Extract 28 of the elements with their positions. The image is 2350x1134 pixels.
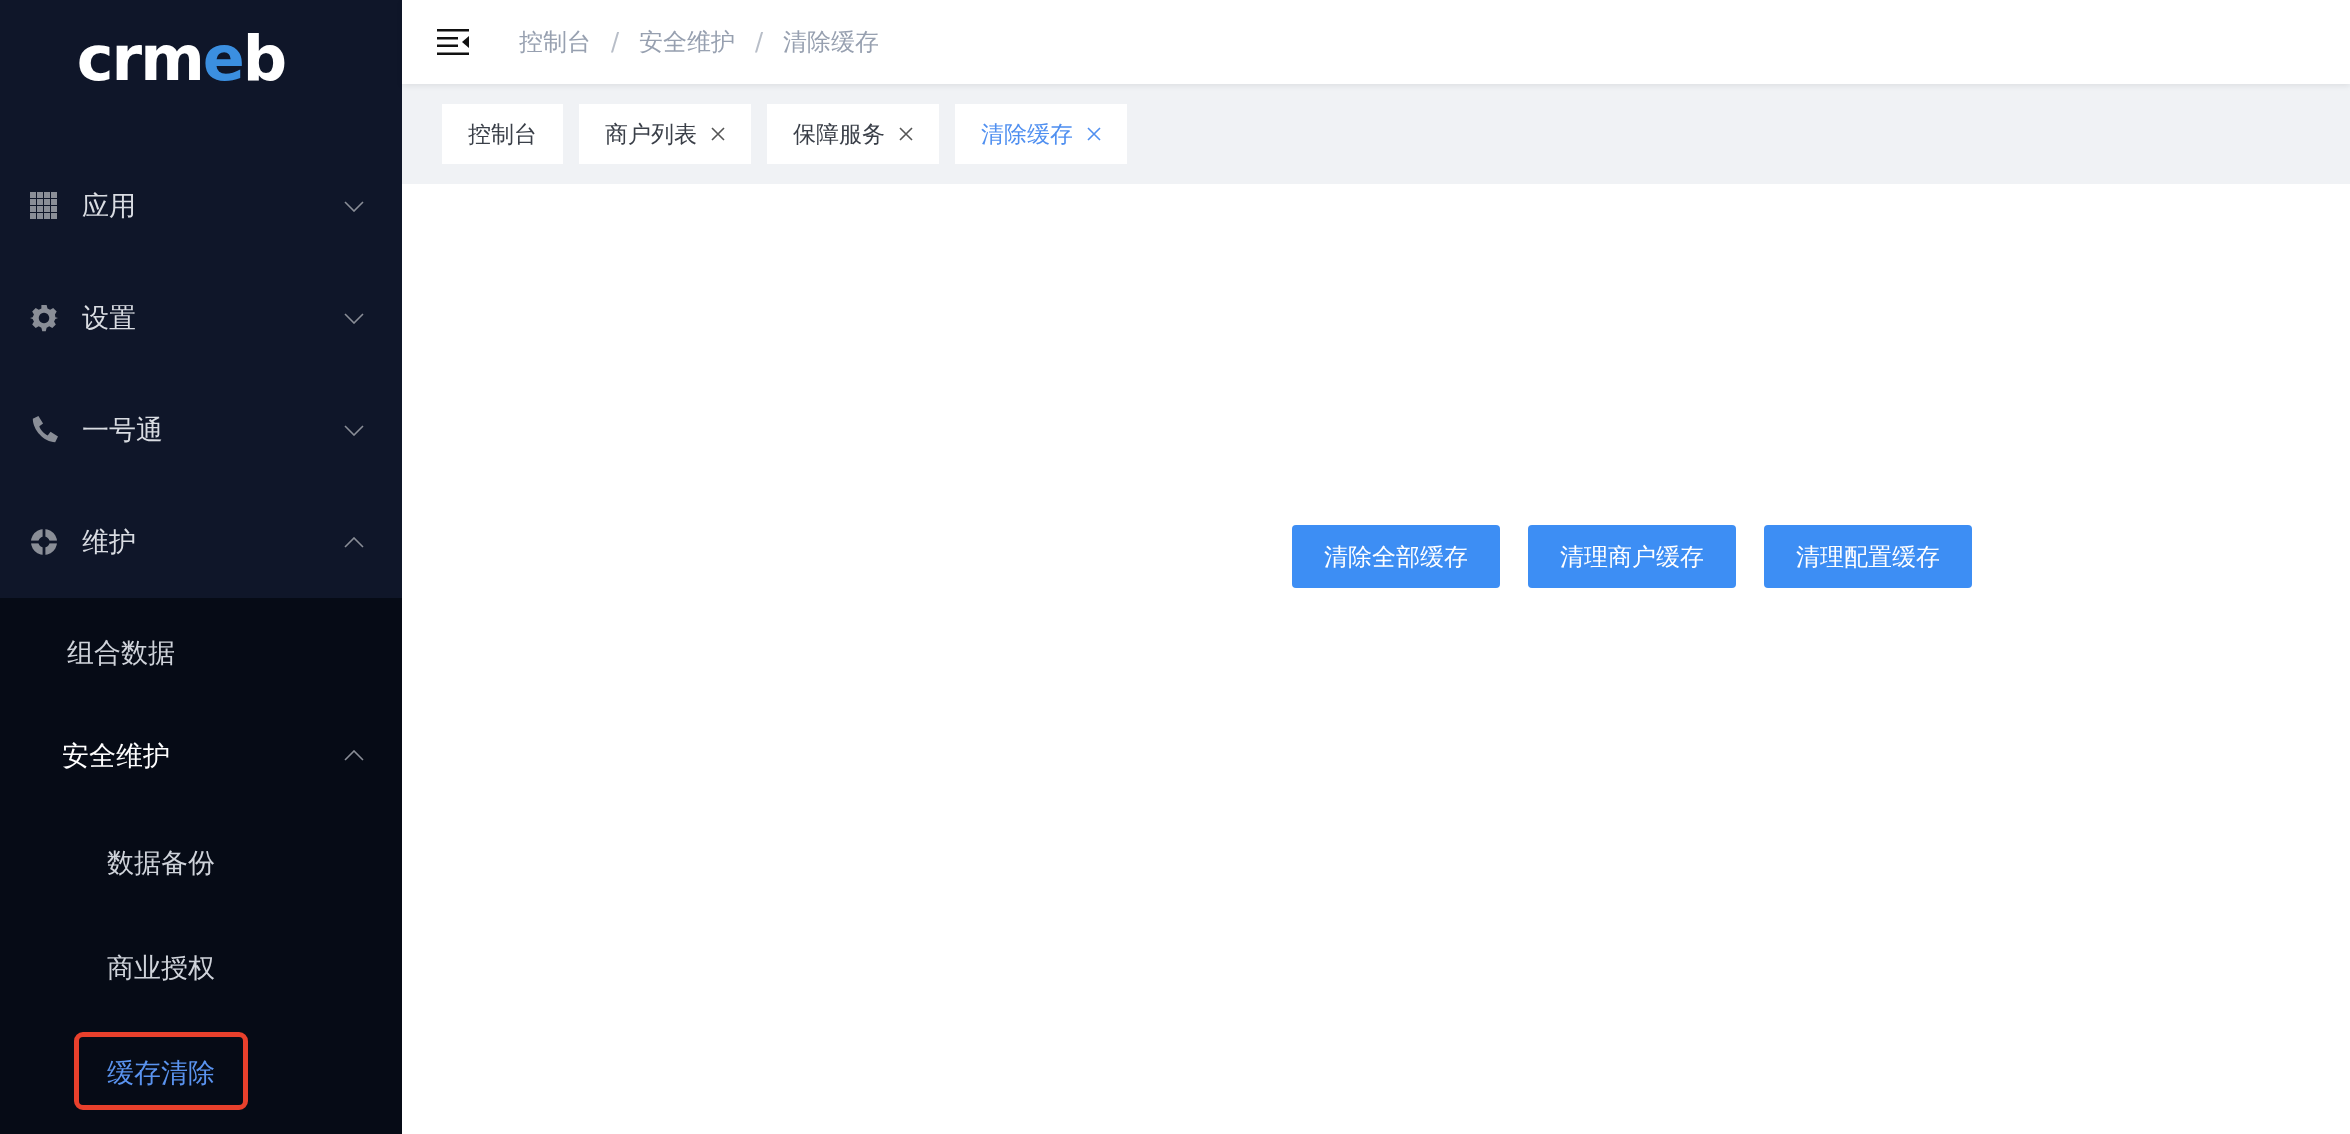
tab[interactable]: 商户列表 xyxy=(579,104,751,164)
logo: crmeb xyxy=(75,21,287,97)
chevron-up-icon xyxy=(344,750,364,761)
menu-icon[interactable] xyxy=(437,29,469,55)
breadcrumb-separator: / xyxy=(611,28,620,56)
menu-link[interactable]: 数据备份 xyxy=(74,821,248,900)
tab[interactable]: 保障服务 xyxy=(767,104,939,164)
menu-link[interactable]: 商业授权 xyxy=(74,926,248,1005)
ring-icon xyxy=(30,528,58,556)
close-icon[interactable] xyxy=(1087,127,1101,141)
chevron-down-icon xyxy=(344,312,364,324)
menu-item[interactable]: 应用 xyxy=(0,150,402,262)
chevron-up-icon xyxy=(344,536,364,548)
gear-icon xyxy=(30,304,58,332)
close-icon[interactable] xyxy=(899,127,913,141)
chevron-down-icon xyxy=(344,424,364,436)
grid-icon xyxy=(30,192,58,220)
chevron-down-icon xyxy=(344,200,364,212)
breadcrumb-separator: / xyxy=(755,28,764,56)
menu-item[interactable]: 设置 xyxy=(0,262,402,374)
menu-item[interactable]: 一号通 xyxy=(0,374,402,486)
phone-icon xyxy=(30,416,58,444)
submenu-item[interactable]: 安全维护 xyxy=(0,703,402,808)
menu-link[interactable]: 组合数据 xyxy=(34,611,208,690)
tab[interactable]: 控制台 xyxy=(442,104,563,164)
menu-item[interactable]: 维护 xyxy=(0,486,402,598)
menu-link[interactable]: 缓存清除 xyxy=(74,1031,248,1110)
close-icon[interactable] xyxy=(711,127,725,141)
